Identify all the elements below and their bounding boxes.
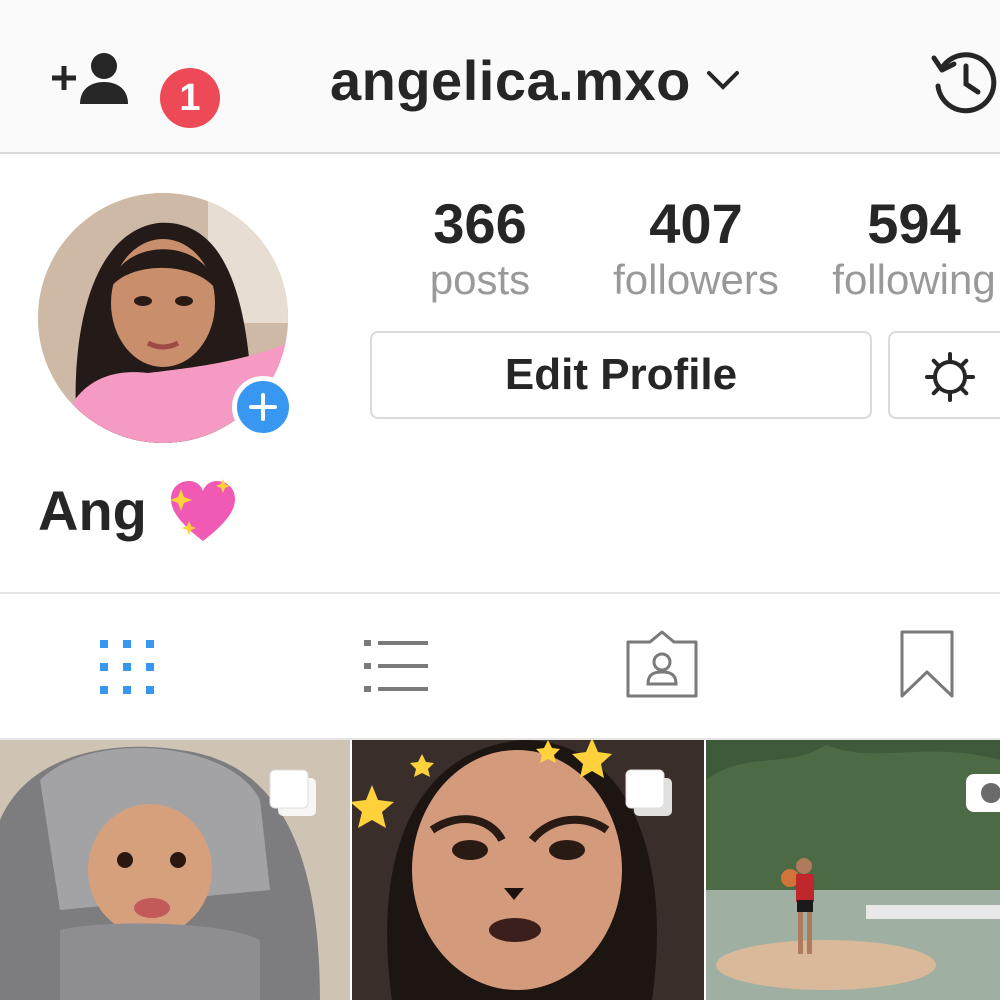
list-icon xyxy=(364,640,428,692)
chevron-down-icon xyxy=(706,71,739,90)
profile-display-name: Ang xyxy=(38,470,239,550)
post-photo xyxy=(706,740,1000,1000)
bookmark-icon xyxy=(900,630,954,698)
posts-grid xyxy=(0,740,1000,1000)
stat-value: 594 xyxy=(867,192,961,255)
grid-icon xyxy=(100,640,154,694)
add-person-icon xyxy=(52,53,128,104)
stat-label: posts xyxy=(429,256,531,303)
post-thumbnail[interactable] xyxy=(0,740,350,1000)
plus-icon xyxy=(249,393,277,421)
profile-view-tabs xyxy=(0,592,1000,740)
add-friends-button[interactable]: 1 xyxy=(46,38,220,128)
account-switcher[interactable]: angelica.mxo xyxy=(330,40,741,120)
stat-followers[interactable]: 407 followers xyxy=(596,190,796,302)
tab-list-view[interactable] xyxy=(360,628,432,704)
top-navigation-bar: 1 angelica.mxo xyxy=(0,0,1000,154)
video-camera-icon xyxy=(966,774,1000,812)
stat-value: 366 xyxy=(433,192,527,255)
tab-saved[interactable] xyxy=(898,628,956,704)
profile-stats: 366 posts 407 followers 594 following xyxy=(380,190,1000,310)
tagged-person-icon xyxy=(626,630,698,698)
stat-posts[interactable]: 366 posts xyxy=(380,190,580,302)
tab-tagged[interactable] xyxy=(622,628,702,704)
settings-button[interactable] xyxy=(888,331,1000,419)
username-title: angelica.mxo xyxy=(330,48,691,112)
profile-page: 1 angelica.mxo 366 posts 407 followers 5… xyxy=(0,0,1000,1000)
sparkling-heart-emoji xyxy=(169,479,235,541)
post-thumbnail[interactable] xyxy=(706,740,1000,1000)
multiple-photos-icon xyxy=(269,769,316,816)
display-name-text: Ang xyxy=(38,478,147,542)
edit-profile-button[interactable]: Edit Profile xyxy=(370,331,872,419)
history-clock-icon[interactable] xyxy=(928,46,1000,118)
add-story-button[interactable] xyxy=(232,376,294,438)
stat-label: followers xyxy=(613,256,779,303)
stat-label: following xyxy=(832,256,996,303)
stat-value: 407 xyxy=(649,192,743,255)
post-thumbnail[interactable] xyxy=(352,740,704,1000)
gear-icon xyxy=(925,352,975,402)
multiple-photos-icon xyxy=(625,769,672,816)
stat-following[interactable]: 594 following xyxy=(814,190,1000,302)
notification-badge: 1 xyxy=(160,68,220,128)
tab-grid-view[interactable] xyxy=(96,628,158,704)
